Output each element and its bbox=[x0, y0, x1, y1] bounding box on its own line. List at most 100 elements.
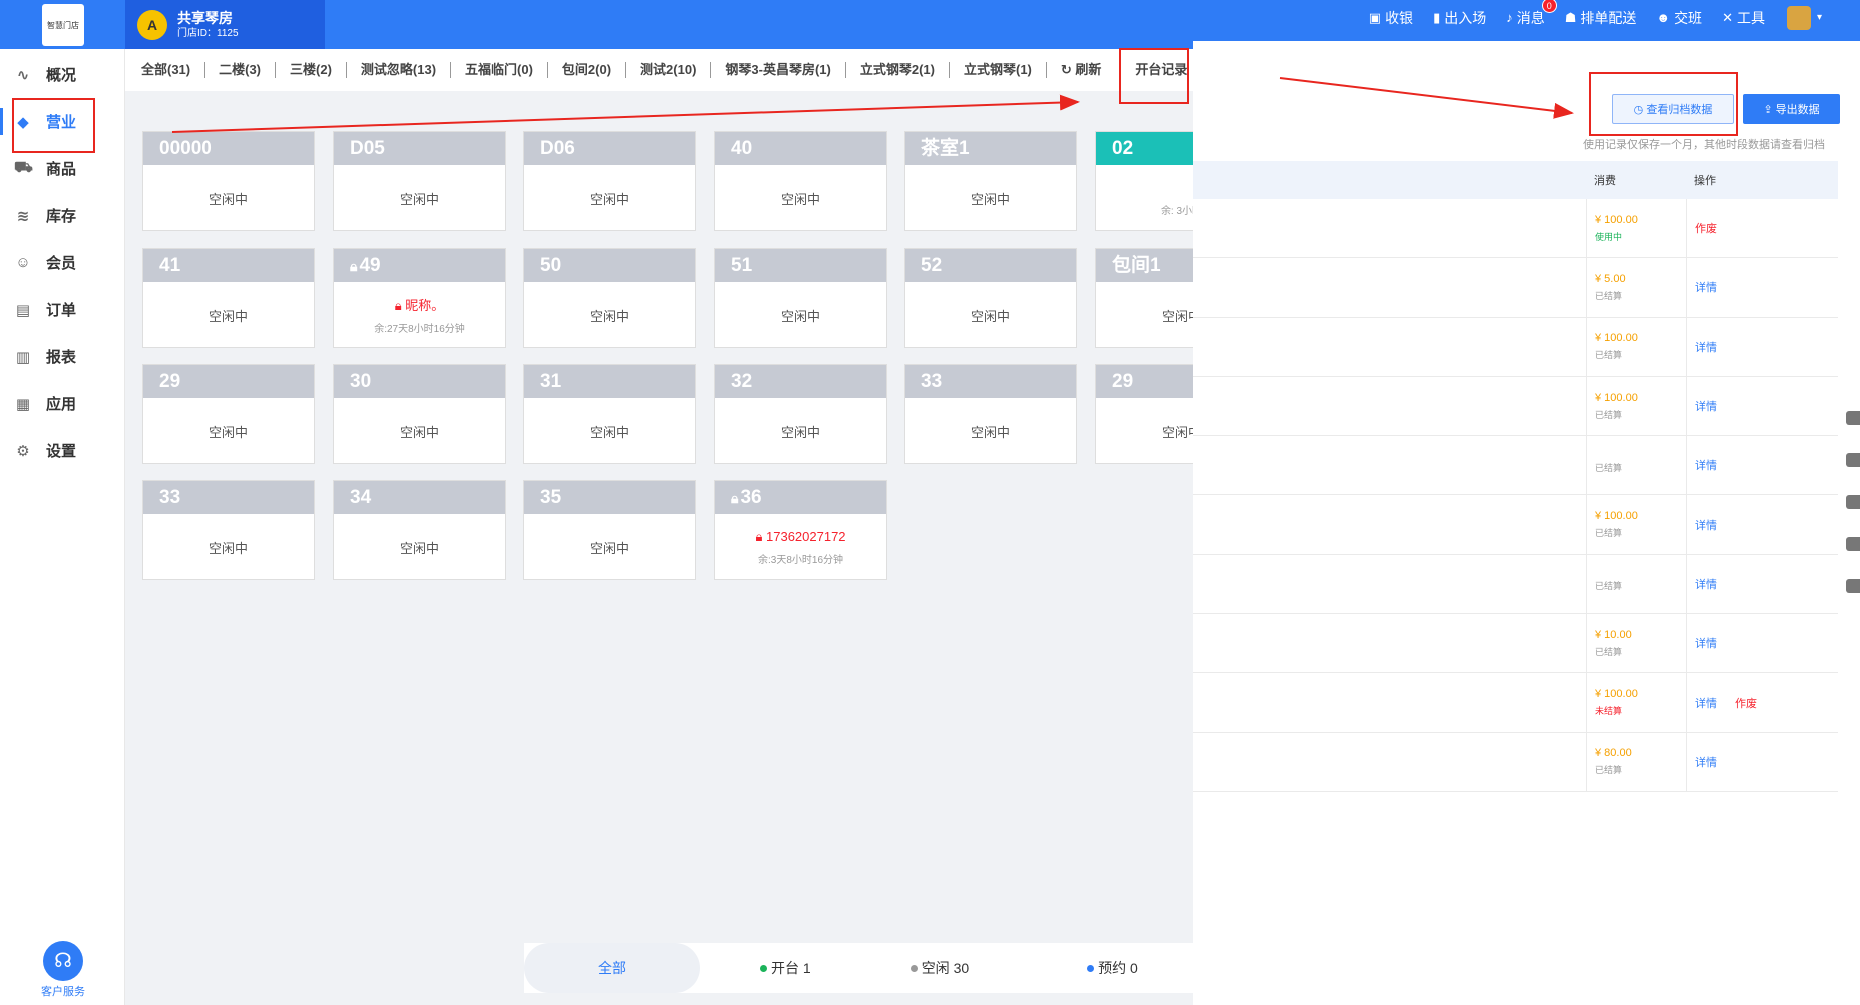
tab-category[interactable]: 五福临门(0) bbox=[451, 62, 548, 78]
room-card[interactable]: 35 空闲中 bbox=[523, 480, 696, 580]
detail-button[interactable]: 详情 bbox=[1695, 695, 1717, 711]
room-name: D05 bbox=[334, 132, 505, 165]
top-action-tools[interactable]: ✕ 工具 bbox=[1722, 8, 1765, 28]
tab-category[interactable]: 二楼(3) bbox=[205, 62, 277, 78]
room-card[interactable]: 31 空闲中 bbox=[523, 364, 696, 464]
row-consumption: ¥ 100.00 已结算 bbox=[1586, 495, 1686, 554]
tool-icon[interactable] bbox=[1846, 411, 1860, 425]
room-status: 空闲中 bbox=[589, 191, 629, 207]
detail-button[interactable]: 详情 bbox=[1695, 576, 1717, 592]
row-info bbox=[1193, 673, 1586, 731]
layers-icon: ≋ bbox=[16, 207, 30, 225]
tool-icon[interactable] bbox=[1846, 453, 1860, 467]
room-card[interactable]: 00000 空闲中 bbox=[142, 131, 315, 231]
room-card[interactable]: 🔒︎ 36 🔒︎ 17362027172 余:3天8小时16分钟 bbox=[714, 480, 887, 580]
refresh-button[interactable]: ↻ 刷新 bbox=[1047, 62, 1116, 78]
room-card[interactable]: 02 ¥100.余: 3小时 bbox=[1095, 131, 1193, 231]
top-action-handover[interactable]: ☻ 交班 bbox=[1656, 8, 1702, 28]
detail-button[interactable]: 详情 bbox=[1695, 279, 1717, 295]
chevron-down-icon[interactable]: ▾ bbox=[1817, 12, 1822, 23]
status-filter-open[interactable]: 开台 1 bbox=[760, 958, 811, 978]
room-body: 空闲中 bbox=[524, 514, 695, 580]
row-actions: 详情 bbox=[1686, 614, 1838, 673]
store-switcher[interactable]: A 共享琴房 门店ID：1125 bbox=[125, 0, 325, 49]
tool-icon[interactable] bbox=[1846, 495, 1860, 509]
customer-service-button[interactable]: ☊ 客户服务 bbox=[30, 941, 96, 999]
row-consumption: ¥ 80.00 已结算 bbox=[1586, 732, 1686, 791]
room-card[interactable]: 29 空闲中 bbox=[142, 364, 315, 464]
void-button[interactable]: 作废 bbox=[1735, 695, 1757, 711]
sidebar-item-gear[interactable]: ⚙ 设置 bbox=[0, 427, 124, 474]
tab-category[interactable]: 立式钢琴(1) bbox=[950, 62, 1047, 78]
room-card[interactable]: 茶室1 空闲中 bbox=[904, 131, 1077, 231]
status-filter-all[interactable]: 全部 bbox=[524, 943, 700, 993]
top-action-cashier[interactable]: ▣ 收银 bbox=[1369, 8, 1413, 28]
highlight-sidebar-business bbox=[12, 98, 95, 153]
tool-icon[interactable] bbox=[1846, 537, 1860, 551]
cart-icon: ⛟ bbox=[14, 159, 33, 176]
export-data-button[interactable]: ⇪ 导出数据 bbox=[1743, 94, 1840, 124]
status-filter-idle[interactable]: 空闲 30 bbox=[910, 958, 969, 978]
detail-button[interactable]: 详情 bbox=[1695, 457, 1717, 473]
sidebar-item-apps[interactable]: ▦ 应用 bbox=[0, 380, 124, 427]
tab-category[interactable]: 测试忽略(13) bbox=[347, 62, 452, 78]
room-status: 空闲中 bbox=[970, 191, 1010, 207]
room-card[interactable]: 🔒︎ 49 🔒︎ 昵称。 余:27天8小时16分钟 bbox=[333, 248, 506, 348]
room-name-text: 40 bbox=[731, 138, 753, 159]
room-card[interactable]: 50 空闲中 bbox=[523, 248, 696, 348]
room-body: 空闲中 bbox=[905, 398, 1076, 464]
sidebar-item-chart[interactable]: ∿ 概况 bbox=[0, 51, 124, 98]
void-button[interactable]: 作废 bbox=[1695, 220, 1717, 236]
room-card[interactable]: 41 空闲中 bbox=[142, 248, 315, 348]
app-logo[interactable]: 智慧门店 bbox=[42, 4, 84, 46]
detail-button[interactable]: 详情 bbox=[1695, 517, 1717, 533]
detail-button[interactable]: 详情 bbox=[1695, 635, 1717, 651]
user-avatar[interactable] bbox=[1786, 5, 1811, 30]
room-card[interactable]: D06 空闲中 bbox=[523, 131, 696, 231]
tab-category[interactable]: 测试2(10) bbox=[626, 62, 712, 78]
top-action-label: 收银 bbox=[1385, 9, 1414, 26]
room-card[interactable]: 51 空闲中 bbox=[714, 248, 887, 348]
room-status: 空闲中 bbox=[589, 540, 629, 556]
top-action-bell[interactable]: ♪ 消息 0 bbox=[1506, 0, 1557, 28]
detail-button[interactable]: 详情 bbox=[1695, 754, 1717, 770]
sidebar-item-report[interactable]: ▥ 报表 bbox=[0, 333, 124, 380]
room-name: 52 bbox=[905, 249, 1076, 282]
tab-category[interactable]: 钢琴3-英昌琴房(1) bbox=[711, 62, 846, 78]
room-body: 空闲中 bbox=[334, 398, 505, 464]
row-status: 已结算 bbox=[1595, 528, 1623, 539]
row-status: 使用中 bbox=[1595, 231, 1623, 242]
sidebar-item-member[interactable]: ☺ 会员 bbox=[0, 239, 124, 286]
tool-icon[interactable] bbox=[1846, 579, 1860, 593]
room-status: 空闲中 bbox=[399, 424, 439, 440]
sidebar-item-label: 概况 bbox=[46, 67, 77, 84]
top-action-door[interactable]: ▮ 出入场 bbox=[1433, 8, 1486, 28]
top-action-people[interactable]: ☗ 排单配送 bbox=[1565, 8, 1637, 28]
member-icon: ☺ bbox=[15, 254, 31, 271]
room-card[interactable]: 33 空闲中 bbox=[142, 480, 315, 580]
row-consumption: ¥ 10.00 已结算 bbox=[1586, 614, 1686, 673]
sidebar-item-label: 报表 bbox=[46, 349, 77, 366]
room-name: 包间1 bbox=[1096, 249, 1193, 282]
row-actions: 详情 作废 bbox=[1686, 673, 1838, 732]
status-filter-reserve[interactable]: 预约 0 bbox=[1087, 958, 1138, 978]
room-card[interactable]: 33 空闲中 bbox=[904, 364, 1077, 464]
room-card[interactable]: 30 空闲中 bbox=[333, 364, 506, 464]
room-card[interactable]: 52 空闲中 bbox=[904, 248, 1077, 348]
detail-button[interactable]: 详情 bbox=[1695, 339, 1717, 355]
room-card[interactable]: 40 空闲中 bbox=[714, 131, 887, 231]
room-card[interactable]: D05 空闲中 bbox=[333, 131, 506, 231]
tab-category[interactable]: 包间2(0) bbox=[548, 62, 627, 78]
sidebar-item-layers[interactable]: ≋ 库存 bbox=[0, 192, 124, 239]
tab-category[interactable]: 立式钢琴2(1) bbox=[846, 62, 950, 78]
tab-category[interactable]: 全部(31) bbox=[125, 62, 206, 78]
room-card[interactable]: 32 空闲中 bbox=[714, 364, 887, 464]
tab-category[interactable]: 三楼(2) bbox=[276, 62, 347, 78]
room-name: 00000 bbox=[143, 132, 314, 165]
room-card[interactable]: 包间1 空闲中 bbox=[1095, 248, 1193, 348]
room-card[interactable]: 34 空闲中 bbox=[333, 480, 506, 580]
room-remaining-time: 余:3天8小时16分钟 bbox=[757, 554, 844, 566]
room-card[interactable]: 29 空闲中 bbox=[1095, 364, 1193, 464]
sidebar-item-order[interactable]: ▤ 订单 bbox=[0, 286, 124, 333]
detail-button[interactable]: 详情 bbox=[1695, 398, 1717, 414]
